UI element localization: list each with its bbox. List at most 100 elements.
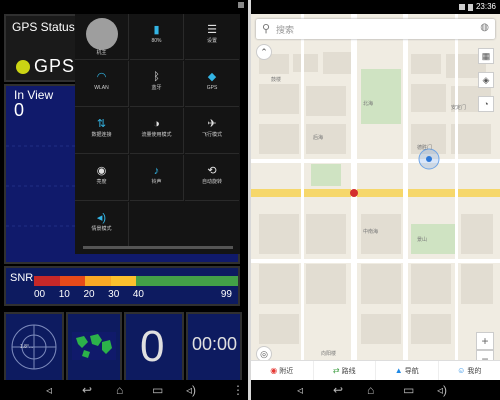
snr-tick: 00 bbox=[34, 289, 46, 300]
qs-tile-data-usage[interactable]: ◑ 流量使用模式 bbox=[130, 108, 184, 154]
layers-button[interactable]: ▦ bbox=[478, 48, 494, 64]
nav-mine[interactable]: ☺ 我的 bbox=[439, 361, 500, 380]
snr-ticks: 00 10 20 30 40 bbox=[34, 289, 144, 300]
map-canvas bbox=[251, 14, 500, 367]
qs-tile-label: GPS bbox=[206, 85, 218, 91]
status-icons: 23:36 bbox=[458, 2, 496, 12]
satellite-count-tile: 0 bbox=[124, 312, 184, 382]
user-avatar bbox=[85, 18, 118, 50]
navigation-icon: ▲ bbox=[394, 366, 403, 375]
map-label: 中南海 bbox=[363, 229, 379, 235]
qs-tile-label: 机主 bbox=[96, 50, 107, 56]
qs-tile-brightness[interactable]: ◉ 亮度 bbox=[75, 155, 129, 201]
qs-tile-ringer[interactable]: ♪ 铃声 bbox=[130, 155, 184, 201]
home-icon[interactable]: ⌂ bbox=[367, 384, 374, 396]
bluetooth-icon: ᛒ bbox=[153, 71, 160, 83]
map-label: 后海 bbox=[313, 135, 324, 141]
quick-settings-drag-handle[interactable] bbox=[83, 246, 233, 249]
gps-status-phone: GPS Status GPS In View 0 SNR 00 10 20 30… bbox=[0, 0, 248, 400]
map-phone: 23:36 鼓楼 德胜门 后海 北海 安定门 中南海 景山 向阳楼 ⚲ 搜索 ◍… bbox=[251, 0, 500, 400]
volume-down-icon[interactable]: ◃ bbox=[46, 384, 52, 396]
map-label: 安定门 bbox=[451, 105, 467, 111]
back-icon[interactable]: ↩ bbox=[82, 384, 92, 396]
qs-tile-wlan[interactable]: ◠ WLAN bbox=[75, 61, 129, 107]
world-map-tile[interactable] bbox=[66, 312, 122, 382]
gps-status-indicator-icon bbox=[16, 60, 30, 74]
battery-icon: ▮ bbox=[153, 24, 160, 36]
search-bar[interactable]: ⚲ 搜索 ◍ bbox=[256, 19, 495, 39]
qs-tile-label: 数据连接 bbox=[91, 132, 112, 138]
map-label: 鼓楼 bbox=[271, 77, 282, 83]
compass-radar-icon bbox=[11, 324, 57, 370]
nav-nearby[interactable]: ◉ 附近 bbox=[251, 361, 314, 380]
qs-tile-gps[interactable]: ◆ GPS bbox=[185, 61, 239, 107]
map-label: 北海 bbox=[363, 101, 374, 107]
airplane-icon: ✈ bbox=[207, 118, 217, 130]
snr-label: SNR bbox=[10, 272, 34, 284]
status-icons bbox=[238, 2, 244, 8]
brightness-icon: ◉ bbox=[96, 165, 107, 177]
nav-navigation[interactable]: ▲ 导航 bbox=[376, 361, 439, 380]
location-text: 1.8°... bbox=[20, 344, 34, 350]
qs-tile-settings[interactable]: ☰ 设置 bbox=[185, 14, 239, 60]
home-icon[interactable]: ⌂ bbox=[116, 384, 123, 396]
ringer-icon: ♪ bbox=[153, 165, 160, 177]
time-tile: 00:00 bbox=[186, 312, 242, 382]
signal-icon bbox=[458, 4, 465, 10]
status-bar bbox=[0, 0, 248, 14]
map-view[interactable]: 鼓楼 德胜门 后海 北海 安定门 中南海 景山 向阳楼 ⚲ 搜索 ◍ ⌃ ▦ ◈… bbox=[251, 14, 500, 367]
status-bar: 23:36 bbox=[251, 0, 500, 14]
snr-tick: 30 bbox=[108, 289, 120, 300]
world-map-icon bbox=[72, 332, 116, 360]
microphone-icon[interactable]: ◍ bbox=[480, 22, 489, 33]
screenshot-frame: GPS Status GPS In View 0 SNR 00 10 20 30… bbox=[0, 0, 500, 400]
qs-tile-label: 流量使用模式 bbox=[141, 132, 172, 138]
nav-label: 附近 bbox=[279, 367, 294, 375]
qs-tile-label: 情景模式 bbox=[91, 226, 112, 232]
volume-up-icon[interactable]: ◃) bbox=[186, 384, 196, 396]
back-icon[interactable]: ↩ bbox=[333, 384, 343, 396]
snr-tick: 20 bbox=[83, 289, 95, 300]
traffic-button[interactable]: ◈ bbox=[478, 72, 494, 88]
notification-icon bbox=[238, 2, 244, 8]
sound-profile-icon: ◂) bbox=[96, 212, 107, 224]
recents-icon[interactable]: ▭ bbox=[403, 384, 414, 396]
qs-tile-sound-profile[interactable]: ◂) 情景模式 bbox=[75, 202, 129, 248]
map-bottom-nav: ◉ 附近 ⇄ 路线 ▲ 导航 ☺ 我的 bbox=[251, 360, 500, 380]
gps-big-label: GPS bbox=[34, 56, 76, 76]
qs-tile-data[interactable]: ⇅ 数据连接 bbox=[75, 108, 129, 154]
qs-tile-rotate[interactable]: ⟲ 自动旋转 bbox=[185, 155, 239, 201]
snr-color-bar bbox=[34, 276, 238, 286]
search-input[interactable]: 搜索 bbox=[276, 23, 294, 36]
sliders-icon: ☰ bbox=[207, 24, 217, 36]
qs-tile-bluetooth[interactable]: ᛒ 蓝牙 bbox=[130, 61, 184, 107]
qs-tile-label: 80% bbox=[151, 38, 162, 44]
nav-route[interactable]: ⇄ 路线 bbox=[314, 361, 376, 380]
qs-tile-airplane[interactable]: ✈ 飞行模式 bbox=[185, 108, 239, 154]
snr-panel: SNR 00 10 20 30 40 99 bbox=[4, 266, 240, 306]
compass-tile[interactable]: 1.8°... bbox=[4, 312, 64, 382]
satellite-count: 0 bbox=[140, 322, 165, 371]
volume-down-icon[interactable]: ◃ bbox=[297, 384, 303, 396]
zoom-in-button[interactable]: + bbox=[476, 332, 494, 350]
qs-tile-label: 蓝牙 bbox=[151, 85, 162, 91]
snr-max: 99 bbox=[220, 289, 232, 300]
time-readout: 00:00 bbox=[192, 334, 238, 354]
qs-tile-user[interactable]: 机主 bbox=[75, 14, 129, 60]
nav-label: 导航 bbox=[404, 367, 419, 375]
streetview-button[interactable]: ◔ bbox=[478, 96, 494, 112]
menu-icon[interactable]: ⋮ bbox=[232, 384, 244, 396]
navigation-bar: ◃ ↩ ⌂ ▭ ◃) ⋮ bbox=[0, 380, 248, 400]
map-label: 景山 bbox=[417, 237, 428, 243]
nearby-icon: ◉ bbox=[270, 366, 278, 375]
qs-tile-label: 亮度 bbox=[96, 179, 107, 185]
compass-button[interactable]: ⌃ bbox=[256, 44, 272, 60]
qs-tile-label: 自动旋转 bbox=[201, 179, 222, 185]
gps-status-title: GPS Status bbox=[12, 20, 75, 34]
qs-tile-battery[interactable]: ▮ 80% bbox=[130, 14, 184, 60]
recents-icon[interactable]: ▭ bbox=[152, 384, 163, 396]
nav-label: 路线 bbox=[341, 367, 356, 375]
map-label: 向阳楼 bbox=[321, 351, 337, 357]
volume-up-icon[interactable]: ◃) bbox=[437, 384, 447, 396]
rotate-icon: ⟲ bbox=[207, 165, 217, 177]
